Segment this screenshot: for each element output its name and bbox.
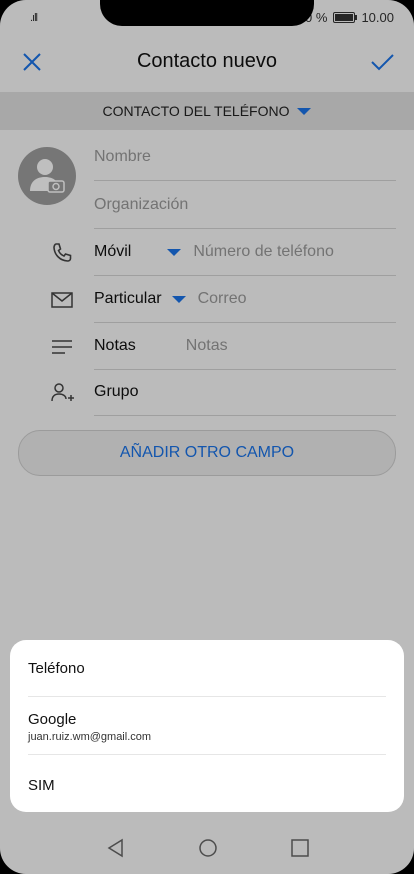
option-phone[interactable]: Teléfono bbox=[28, 660, 386, 677]
option-label: SIM bbox=[28, 777, 55, 794]
option-label: Teléfono bbox=[28, 660, 85, 677]
option-label: Google bbox=[28, 711, 77, 728]
option-sim[interactable]: SIM bbox=[28, 777, 386, 794]
divider bbox=[28, 696, 386, 697]
account-picker-sheet: Teléfono Google juan.ruiz.wm@gmail.com S… bbox=[10, 640, 404, 812]
option-google[interactable]: Google juan.ruiz.wm@gmail.com bbox=[28, 711, 386, 743]
divider bbox=[28, 754, 386, 755]
option-account-email: juan.ruiz.wm@gmail.com bbox=[28, 731, 152, 743]
phone-screen: .ıll 100 % 10.00 Contacto nuevo CONTACTO… bbox=[0, 0, 414, 874]
